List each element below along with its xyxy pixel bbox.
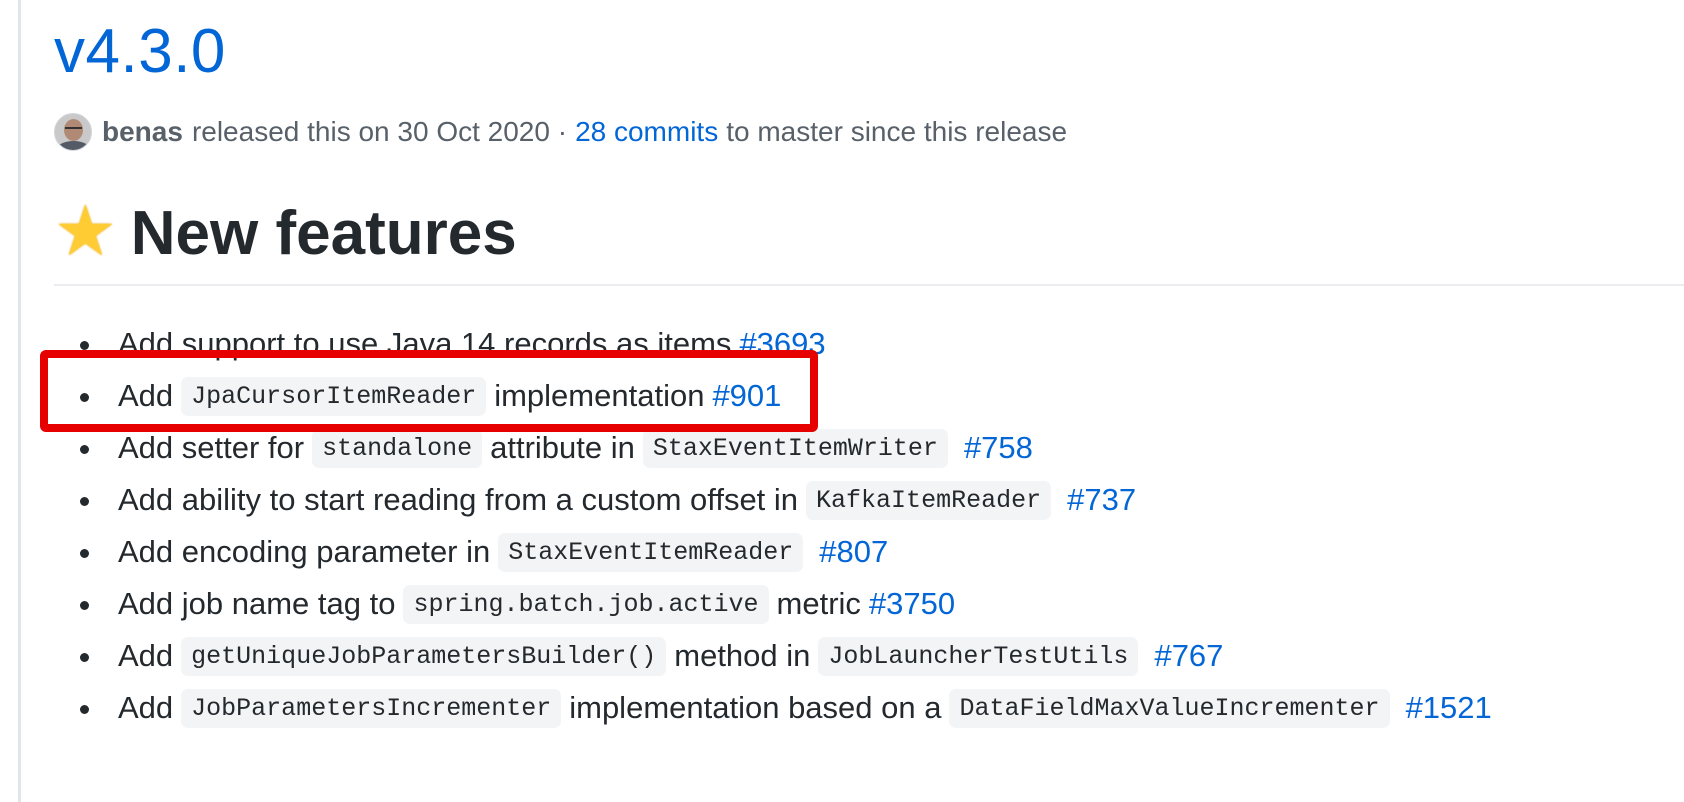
author-name[interactable]: benas [102,116,183,148]
star-icon: ★ [54,192,117,270]
feature-text: Add encoding parameter in [118,534,491,569]
avatar-shoulders [57,141,90,150]
feature-list-item: Add job name tag to spring.batch.job.acti… [54,578,1492,630]
feature-text: metric [776,586,861,621]
inline-code: StaxEventItemReader [498,532,804,572]
feature-text: implementation [494,378,705,413]
feature-text: attribute in [490,430,635,465]
issue-link[interactable]: #758 [964,430,1033,466]
release-title-link[interactable]: v4.3.0 [54,16,226,87]
feature-text: Add [118,378,174,413]
release-page: v4.3.0 benas released this on 30 Oct 202… [0,0,1684,802]
issue-link[interactable]: #901 [712,378,781,414]
commits-suffix: to master since this release [726,116,1068,147]
release-timeline-rule [18,0,21,802]
section-title: New features [130,199,517,268]
inline-code: standalone [312,428,483,468]
feature-list: Add support to use Java 14 records as it… [54,318,1492,734]
avatar[interactable] [54,113,92,151]
issue-link[interactable]: #1521 [1406,690,1492,726]
inline-code: getUniqueJobParametersBuilder() [181,636,667,676]
feature-text: implementation based on a [569,690,942,725]
inline-code: DataFieldMaxValueIncrementer [949,688,1390,728]
inline-code: JobParametersIncrementer [181,688,562,728]
issue-link[interactable]: #3693 [739,326,825,362]
feature-list-item: Add JobParametersIncrementer implementatio… [54,682,1492,734]
release-meta: benas released this on 30 Oct 2020 · 28 … [54,112,1067,152]
feature-text: Add ability to start reading from a cust… [118,482,799,517]
inline-code: JobLauncherTestUtils [818,636,1139,676]
inline-code: KafkaItemReader [806,480,1052,520]
feature-list-item: Add setter for standalone attribute in Stax… [54,422,1492,474]
commits-link[interactable]: 28 commits [575,116,718,148]
feature-text: method in [674,638,811,673]
feature-text: Add [118,638,174,673]
released-text: released this on 30 Oct 2020 · [191,116,568,147]
inline-code: spring.batch.job.active [403,584,769,624]
feature-list-item: Add support to use Java 14 records as it… [54,318,1492,370]
feature-text: Add support to use Java 14 records as it… [118,326,732,361]
avatar-glasses [65,127,82,133]
feature-text: Add [118,690,174,725]
feature-text: Add job name tag to [118,586,396,621]
issue-link[interactable]: #3750 [869,586,955,622]
inline-code: StaxEventItemWriter [642,428,948,468]
issue-link[interactable]: #737 [1067,482,1136,518]
feature-list-item: Add encoding parameter in StaxEventItemRe… [54,526,1492,578]
issue-link[interactable]: #807 [819,534,888,570]
feature-list-item: Add getUniqueJobParametersBuilder() method… [54,630,1492,682]
feature-list-item: Add ability to start reading from a cust… [54,474,1492,526]
issue-link[interactable]: #767 [1154,638,1223,674]
section-heading: ★ New features [54,184,1684,286]
inline-code: JpaCursorItemReader [181,376,487,416]
feature-text: Add setter for [118,430,305,465]
feature-list-item: Add JpaCursorItemReader implementation #901 [54,370,1492,422]
